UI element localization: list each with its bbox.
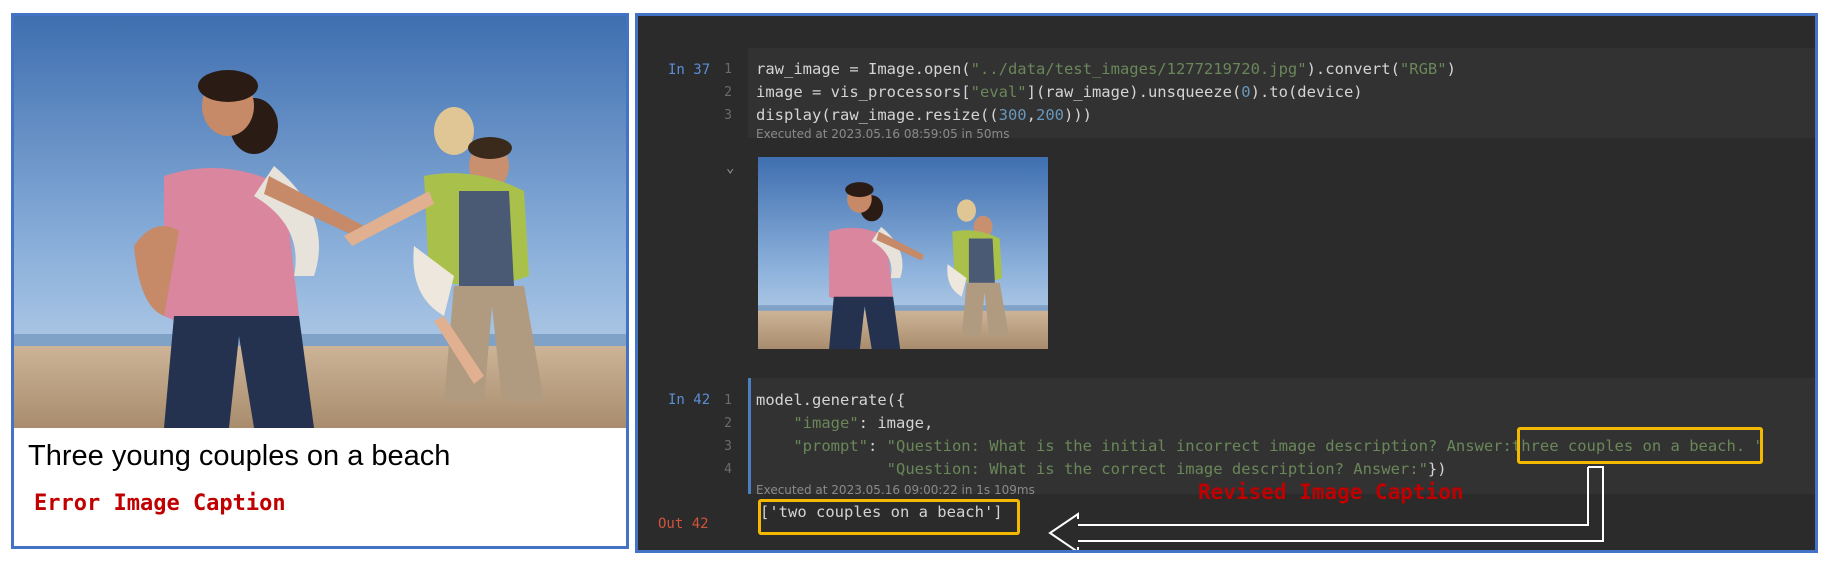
annotation-arrow: [1048, 466, 1604, 550]
notebook-panel: In 37 1 raw_image = Image.open("../data/t…: [635, 13, 1818, 553]
beach-photo: [14, 16, 626, 428]
error-caption-label: Error Image Caption: [34, 491, 286, 516]
left-panel: Three young couples on a beach Error Ima…: [11, 13, 629, 549]
image-caption: Three young couples on a beach: [28, 440, 451, 472]
